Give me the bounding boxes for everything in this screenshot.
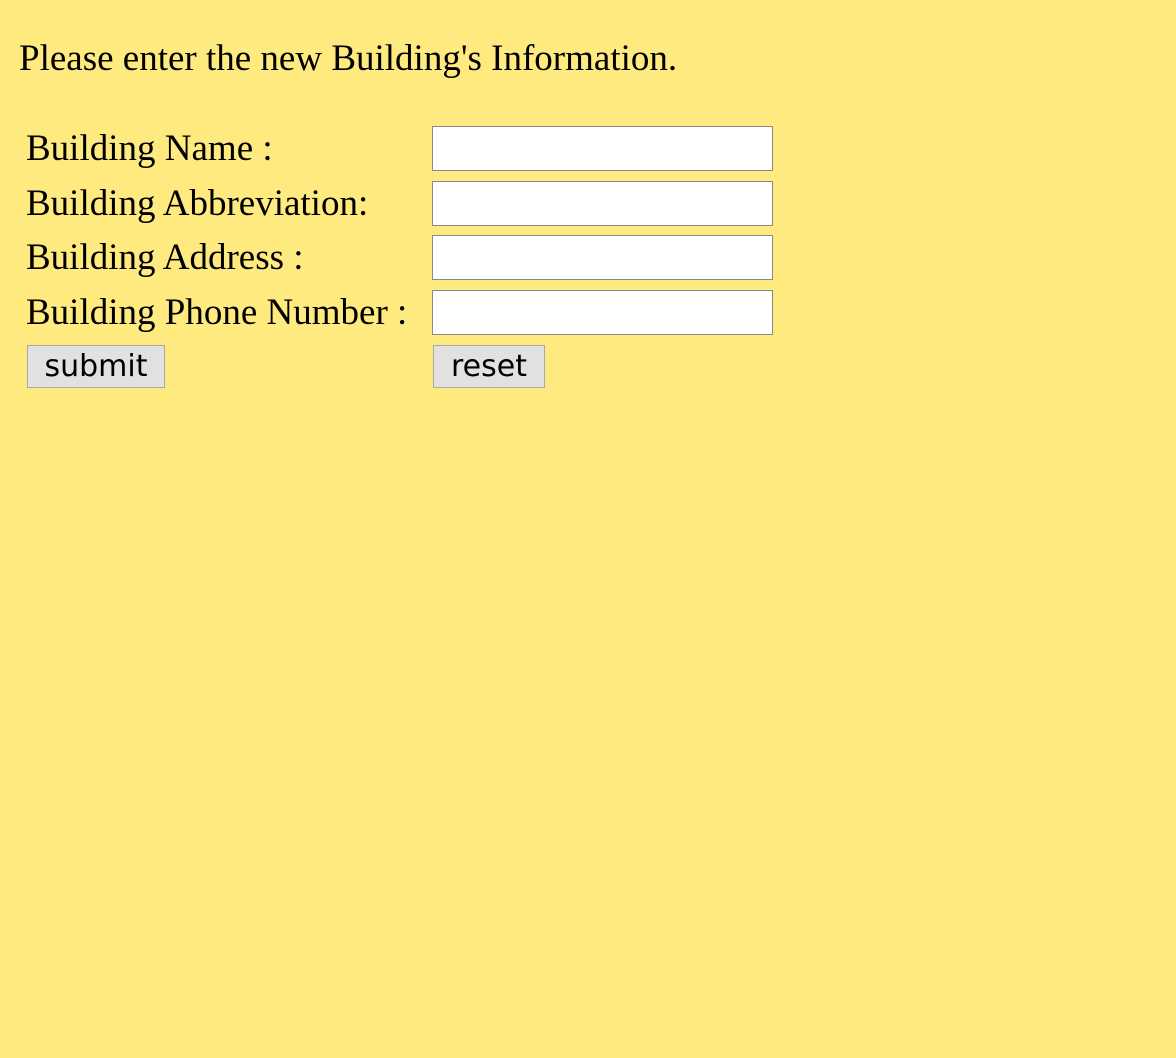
building-phone-number-label: Building Phone Number : [26, 292, 408, 333]
form-row-building-address: Building Address : [0, 235, 900, 280]
building-address-label: Building Address : [26, 237, 304, 278]
submit-button[interactable]: submit [27, 345, 165, 388]
building-abbreviation-label: Building Abbreviation: [26, 183, 369, 224]
building-address-input[interactable] [432, 235, 773, 280]
building-phone-number-input[interactable] [432, 290, 773, 335]
building-name-label: Building Name : [26, 128, 273, 169]
page-title: Please enter the new Building's Informat… [19, 38, 678, 79]
form-row-building-name: Building Name : [0, 126, 900, 171]
building-name-input[interactable] [432, 126, 773, 171]
form-row-building-phone-number: Building Phone Number : [0, 290, 900, 335]
building-abbreviation-input[interactable] [432, 181, 773, 226]
reset-button[interactable]: reset [433, 345, 545, 388]
form-row-building-abbreviation: Building Abbreviation: [0, 181, 900, 226]
